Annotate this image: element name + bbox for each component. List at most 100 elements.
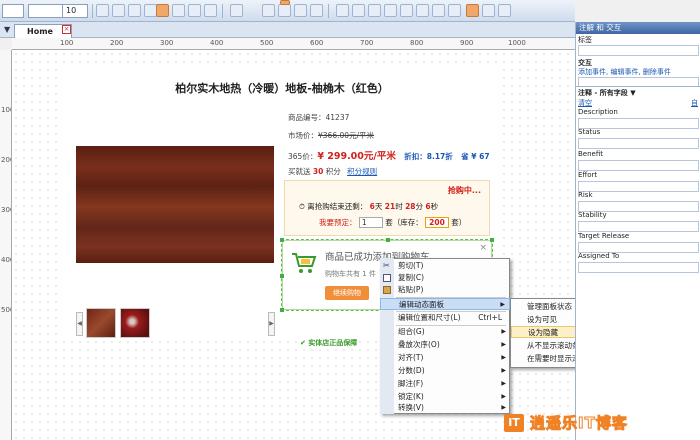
field-label: Description — [578, 108, 618, 116]
distribute-h-button[interactable] — [384, 4, 397, 17]
style-combo[interactable] — [2, 4, 24, 18]
label-input[interactable] — [578, 45, 699, 56]
menu-item-distribute[interactable]: 分数(D) ▶ — [380, 365, 510, 377]
main-product-image[interactable] — [76, 146, 274, 263]
thumbnail-image[interactable] — [86, 308, 116, 338]
home-icon[interactable] — [466, 4, 479, 17]
chevron-down-icon: ▼ — [630, 89, 636, 97]
thumb-next-button[interactable]: ▶ — [268, 312, 275, 336]
points-rule-link[interactable]: 积分规则 — [347, 167, 377, 176]
countdown-minutes: 28 — [405, 202, 416, 211]
ruler-tick-label: 400 — [210, 39, 224, 47]
popup-close-icon[interactable]: × — [479, 243, 487, 253]
field-label: Assigned To — [578, 252, 620, 260]
send-back-button[interactable] — [310, 4, 323, 17]
same-height-button[interactable] — [432, 4, 445, 17]
assigned-to-field[interactable] — [578, 262, 699, 273]
notes-heading[interactable]: 注释 - 所有字段 ▼ — [578, 88, 636, 98]
settings-button[interactable] — [498, 4, 511, 17]
vertical-ruler: 100 200 300 400 500 — [0, 50, 12, 440]
hours-unit: 时 — [395, 202, 403, 211]
align-bottom-button[interactable] — [368, 4, 381, 17]
align-center-button[interactable] — [188, 4, 201, 17]
ruler-tick-label: 800 — [410, 39, 424, 47]
resize-handle[interactable] — [280, 308, 284, 312]
countdown-label: 离抢购结束还剩： — [307, 202, 368, 211]
menu-item-edit-dynamic-panel[interactable]: 编辑动态面板 ▶ — [380, 298, 510, 310]
blog-logo-icon: IT — [504, 414, 524, 432]
resize-handle[interactable] — [490, 238, 494, 242]
thumb-prev-button[interactable]: ◀ — [76, 312, 83, 336]
ruler-tick-label: 500 — [1, 306, 11, 314]
menu-item-convert[interactable]: 转换(V) ▶ — [380, 402, 510, 414]
lock-button[interactable] — [448, 4, 461, 17]
ungroup-button[interactable] — [278, 4, 291, 17]
menu-item-align[interactable]: 对齐(T) ▶ — [380, 352, 510, 364]
reserve-row: 我要预定： 1 套（库存： 200 套） — [319, 217, 466, 228]
submenu-arrow-icon: ▶ — [500, 301, 505, 308]
menu-item-paste[interactable]: 粘贴(P) — [380, 284, 510, 296]
menu-item-group[interactable]: 组合(G) ▶ — [380, 326, 510, 338]
savings-text: 省 ¥ 67 — [461, 152, 490, 161]
menu-item-label: 叠放次序(O) — [398, 340, 440, 349]
stability-field[interactable] — [578, 221, 699, 232]
submenu-arrow-icon: ▶ — [501, 404, 506, 411]
quantity-input[interactable]: 1 — [358, 217, 383, 228]
submenu-arrow-icon: ▶ — [501, 328, 506, 335]
edit-event-link[interactable]: 编辑事件 — [610, 68, 638, 76]
menu-item-label: 对齐(T) — [398, 353, 424, 362]
clear-link[interactable]: 清空 — [578, 98, 592, 108]
bold-button[interactable] — [96, 4, 109, 17]
ruler-tick-label: 300 — [1, 206, 11, 214]
toolbar-separator — [92, 4, 93, 18]
resize-handle[interactable] — [280, 274, 284, 278]
reserve-label: 我要预定： — [319, 218, 357, 227]
benefit-field[interactable] — [578, 160, 699, 171]
add-event-link[interactable]: 添加事件 — [578, 68, 606, 76]
distribute-v-button[interactable] — [400, 4, 413, 17]
ruler-tick-label: 100 — [1, 106, 11, 114]
status-field[interactable] — [578, 138, 699, 149]
menu-item-label: 组合(G) — [398, 327, 425, 336]
bring-front-button[interactable] — [294, 4, 307, 17]
ruler-tick-label: 300 — [160, 39, 174, 47]
font-size-combo[interactable]: 10 — [62, 4, 88, 18]
italic-button[interactable] — [112, 4, 125, 17]
align-right-button[interactable] — [204, 4, 217, 17]
continue-shopping-button[interactable]: 继续购物 — [325, 286, 369, 300]
seconds-unit: 秒 — [430, 202, 439, 211]
group-button[interactable] — [262, 4, 275, 17]
tab-menu-icon[interactable]: ▼ — [4, 25, 10, 34]
thumbnail-image[interactable] — [120, 308, 150, 338]
align-middle-button[interactable] — [352, 4, 365, 17]
align-left-button[interactable] — [172, 4, 185, 17]
stock-suffix: 套） — [451, 218, 467, 227]
menu-item-footnote[interactable]: 脚注(F) ▶ — [380, 378, 510, 390]
market-price: ¥366.00元/平米 — [318, 131, 375, 140]
effort-field[interactable] — [578, 181, 699, 192]
menu-item-copy[interactable]: 复制(C) — [380, 272, 510, 284]
tab-strip — [0, 22, 575, 38]
countdown-row: ⏱ 离抢购结束还剩： 6天 21时 28分 6秒 — [299, 201, 438, 212]
resize-handle[interactable] — [386, 238, 390, 242]
resize-handle[interactable] — [280, 238, 284, 242]
delete-event-link[interactable]: 删除事件 — [643, 68, 671, 76]
field-label: Benefit — [578, 150, 604, 158]
customize-link[interactable]: 自 — [691, 98, 698, 108]
same-width-button[interactable] — [416, 4, 429, 17]
ruler-tick-label: 700 — [360, 39, 374, 47]
menu-shortcut: Ctrl+L — [478, 313, 502, 322]
border-button[interactable] — [230, 4, 243, 17]
underline-button[interactable] — [128, 4, 141, 17]
horizontal-ruler: 100 200 300 400 500 600 700 800 900 1000 — [12, 38, 575, 50]
page-button[interactable] — [482, 4, 495, 17]
menu-item-cut[interactable]: ✂ 剪切(T) — [380, 260, 510, 272]
menu-item-order[interactable]: 叠放次序(O) ▶ — [380, 339, 510, 351]
highlight-marker — [280, 0, 290, 5]
menu-item-edit-position[interactable]: 编辑位置和尺寸(L) Ctrl+L — [380, 312, 510, 324]
fill-color-button[interactable] — [156, 4, 169, 17]
close-icon[interactable]: × — [62, 25, 71, 34]
align-top-button[interactable] — [336, 4, 349, 17]
market-price-label: 市场价： — [288, 131, 318, 140]
notes-heading-label: 注释 - 所有字段 — [578, 89, 628, 97]
